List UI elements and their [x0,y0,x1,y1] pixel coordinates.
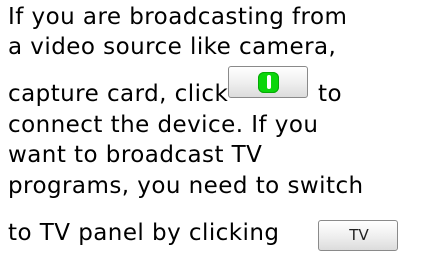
help-line: connect the device. If you [8,112,319,138]
tv-button-label: TV [349,226,369,244]
connect-device-button[interactable] [228,66,308,98]
tv-panel-button[interactable]: TV [318,220,398,251]
help-line: If you are broadcasting from [8,4,348,30]
help-line: programs, you need to switch [8,173,364,199]
help-line: to TV panel by clicking [8,220,280,246]
help-text: If you are broadcasting from a video sou… [0,0,428,257]
help-line-text: to [318,81,342,107]
help-line-text: capture card, click [8,81,229,107]
power-icon-bar [267,75,271,89]
help-line: want to broadcast TV [8,142,263,168]
help-line: capture card, click [8,81,228,107]
help-line: a video source like camera, [8,34,337,60]
